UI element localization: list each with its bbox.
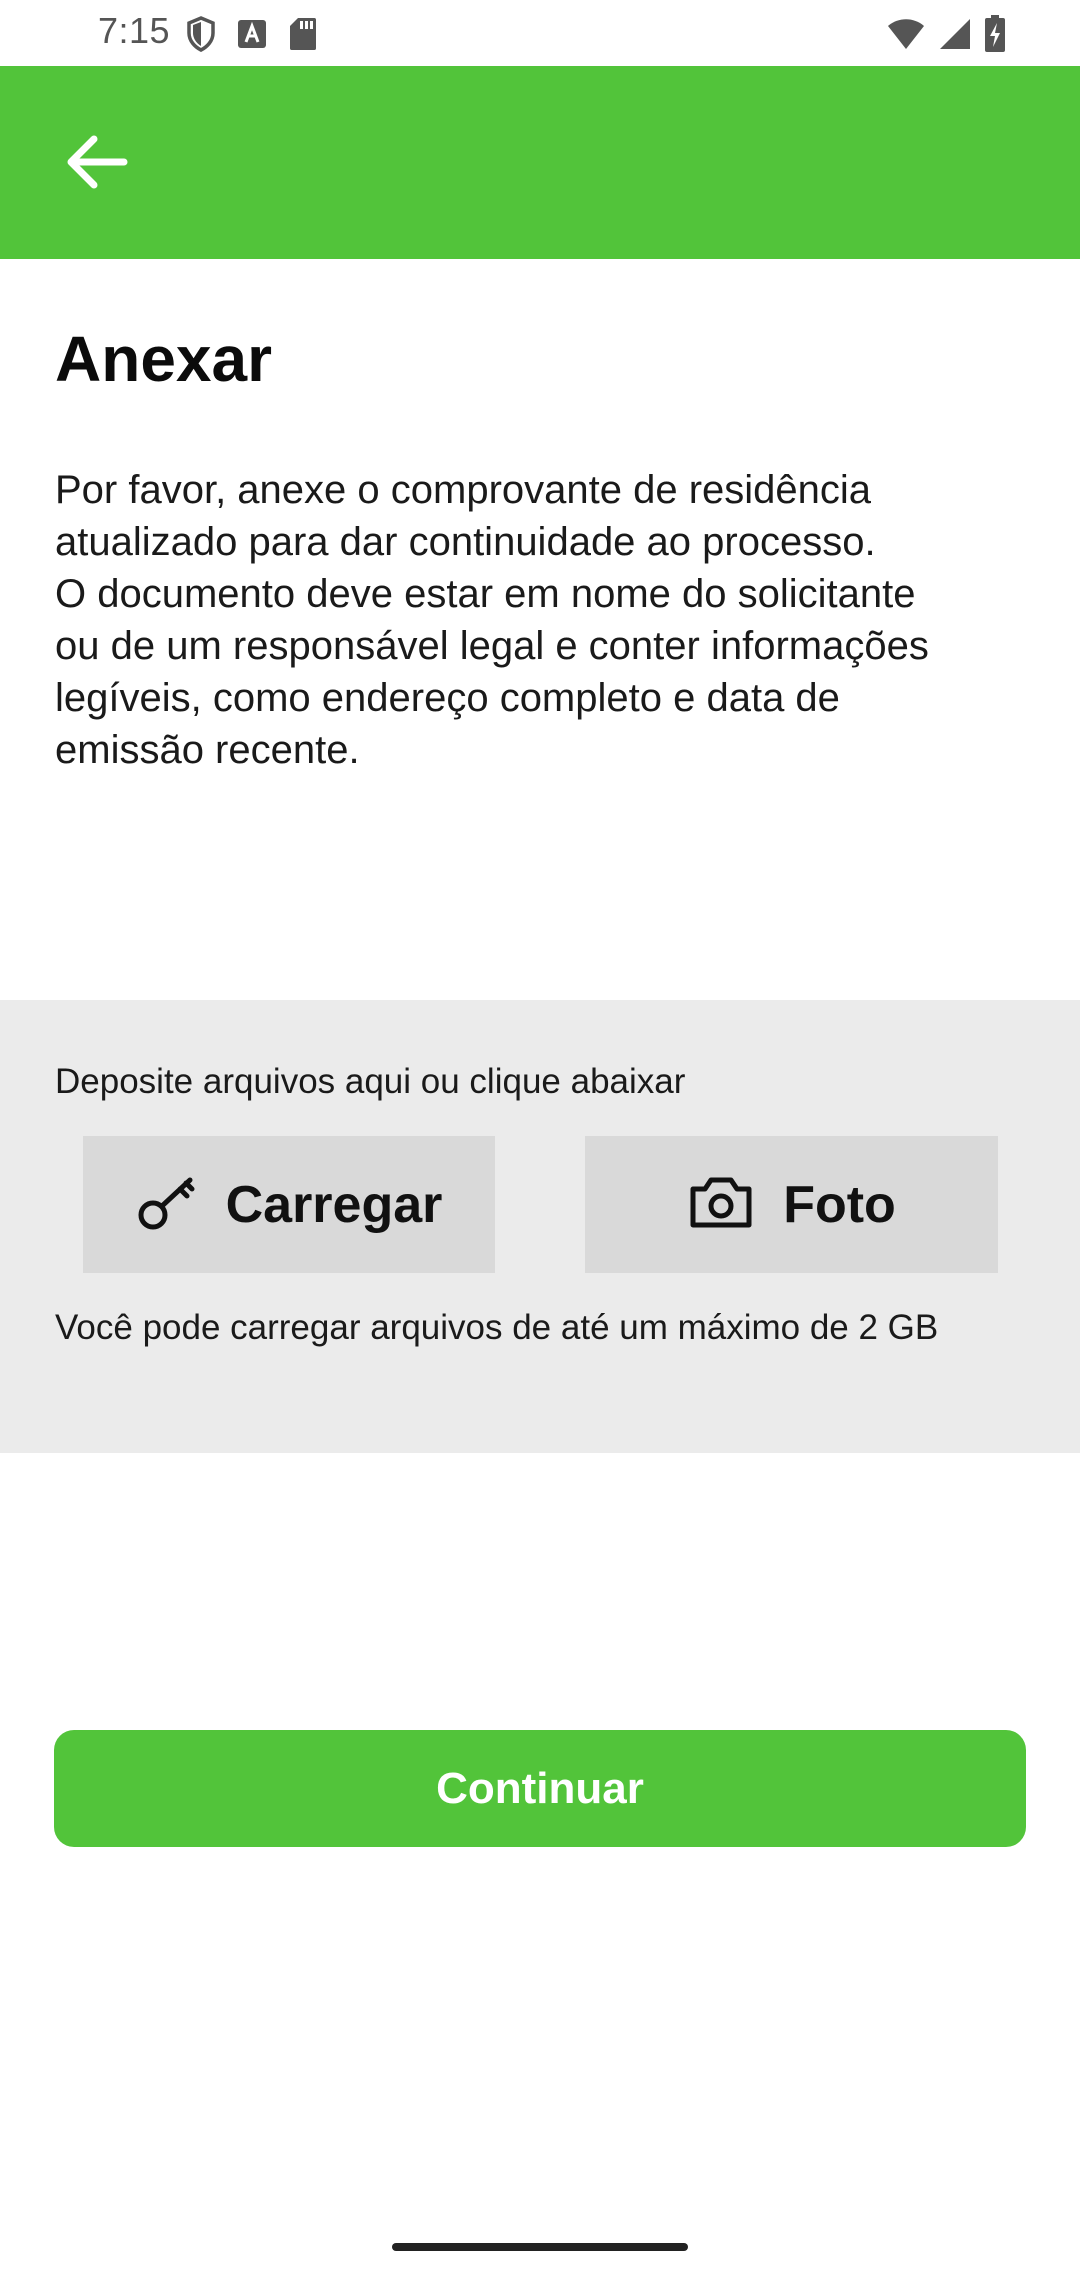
shield-icon bbox=[186, 16, 216, 52]
upload-size-limit: Você pode carregar arquivos de até um má… bbox=[55, 1308, 939, 1347]
status-right-icons bbox=[886, 14, 1006, 54]
key-icon bbox=[136, 1172, 198, 1237]
status-time: 7:15 bbox=[98, 10, 171, 51]
app-bar bbox=[0, 66, 1080, 259]
font-a-icon bbox=[236, 18, 268, 50]
load-file-label: Carregar bbox=[225, 1175, 443, 1234]
take-photo-button[interactable]: Foto bbox=[585, 1136, 998, 1273]
camera-icon bbox=[687, 1173, 755, 1236]
battery-charging-icon bbox=[984, 15, 1006, 53]
continue-button[interactable]: Continuar bbox=[54, 1730, 1026, 1847]
page-title: Anexar bbox=[55, 323, 272, 395]
take-photo-label: Foto bbox=[783, 1175, 896, 1234]
status-left-icons bbox=[186, 14, 318, 54]
continue-label: Continuar bbox=[436, 1763, 644, 1813]
wifi-icon bbox=[886, 17, 926, 51]
load-file-button[interactable]: Carregar bbox=[83, 1136, 495, 1273]
upload-drop-zone[interactable]: Deposite arquivos aqui ou clique abaixar… bbox=[0, 1000, 1080, 1453]
arrow-left-icon bbox=[64, 134, 128, 195]
page-description: Por favor, anexe o comprovante de residê… bbox=[55, 468, 929, 772]
status-bar: 7:15 bbox=[0, 0, 1080, 66]
cell-signal-icon bbox=[938, 17, 972, 51]
back-button[interactable] bbox=[48, 116, 144, 212]
sd-card-icon bbox=[288, 16, 318, 52]
gesture-nav-handle[interactable] bbox=[392, 2243, 688, 2251]
upload-hint: Deposite arquivos aqui ou clique abaixar bbox=[55, 1062, 686, 1101]
